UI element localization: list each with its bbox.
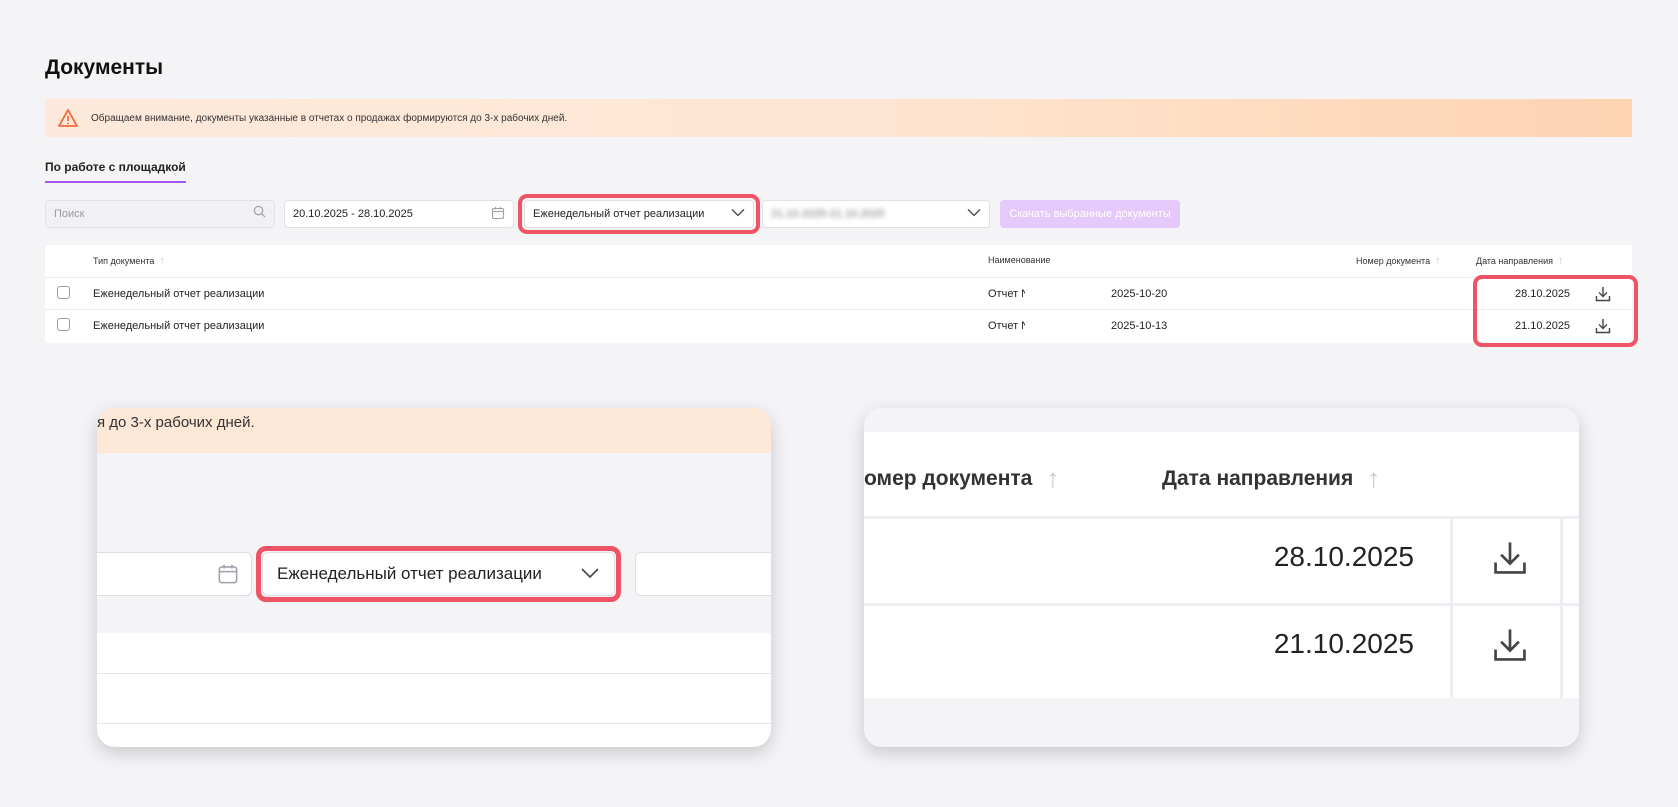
zoom-column-divider (1560, 516, 1563, 698)
chevron-down-icon[interactable] (580, 564, 600, 584)
header-name: Наименование (988, 255, 1050, 265)
document-type-value: Еженедельный отчет реализации (533, 208, 705, 220)
zoom-filter-area (97, 453, 771, 633)
zoom-top-strip (864, 408, 1579, 432)
download-icon[interactable] (1490, 538, 1530, 578)
header-date-label: Дата направления (1476, 256, 1553, 266)
zoom-date-field[interactable] (97, 552, 252, 596)
row-checkbox[interactable] (57, 318, 70, 331)
download-icon[interactable] (1490, 625, 1530, 665)
zoom-period-field[interactable] (635, 552, 771, 596)
header-number[interactable]: Номер документа ↑ (1356, 255, 1441, 267)
zoom-row-date: 21.10.2025 (1273, 628, 1414, 659)
zoom-document-type-value: Еженедельный отчет реализации (277, 564, 542, 583)
sort-arrow-icon[interactable]: ↑ (159, 255, 165, 267)
document-type-select[interactable]: Еженедельный отчет реализации (524, 200, 754, 228)
zoom-document-type-select[interactable]: Еженедельный отчет реализации (262, 552, 615, 596)
search-box[interactable] (45, 200, 275, 228)
zoom-callout-dates: омер документа ↑ Дата направления ↑ 28.1… (864, 408, 1579, 747)
zoom-row-divider (97, 723, 771, 724)
header-type[interactable]: Тип документа ↑ (93, 255, 165, 267)
sort-arrow-icon[interactable]: ↑ (1367, 463, 1380, 494)
notice-banner: Обращаем внимание, документы указанные в… (45, 99, 1632, 137)
zoom-callout-filter: я до 3-х рабочих дней. Еженедельный отче… (97, 408, 771, 747)
table-row[interactable]: Еженедельный отчет реализации Отчет N 20… (45, 309, 1632, 341)
download-icon[interactable] (1594, 317, 1612, 335)
header-number-label: Номер документа (1356, 256, 1431, 266)
date-range-field[interactable]: 20.10.2025 - 28.10.2025 (284, 200, 514, 228)
zoom-column-divider (1450, 516, 1453, 698)
calendar-icon[interactable] (217, 563, 239, 590)
page-title: Документы (45, 56, 164, 79)
zoom-header-date-label: Дата направления (1162, 466, 1354, 490)
period-value: 21.10.2025-21.10.2025 (771, 208, 885, 220)
row-date: 21.10.2025 (1515, 320, 1571, 332)
row-name-end: 2025-10-20 (1111, 288, 1168, 300)
zoom-header-number[interactable]: омер документа ↑ (864, 463, 1059, 494)
period-select[interactable]: 21.10.2025-21.10.2025 (762, 200, 990, 228)
sort-arrow-icon[interactable]: ↑ (1558, 255, 1564, 267)
table-row[interactable]: Еженедельный отчет реализации Отчет N 20… (45, 277, 1632, 309)
zoom-row-divider (864, 603, 1579, 606)
search-icon[interactable] (253, 205, 266, 223)
header-name-label: Наименование (988, 255, 1051, 265)
zoom-header-date[interactable]: Дата направления ↑ (1162, 463, 1380, 494)
download-icon[interactable] (1594, 285, 1612, 303)
zoom-row-date: 28.10.2025 (1273, 541, 1414, 572)
zoom-notice: я до 3-х рабочих дней. (97, 408, 771, 453)
row-checkbox[interactable] (57, 286, 70, 299)
notice-text: Обращаем внимание, документы указанные в… (91, 112, 568, 124)
zoom-notice-text: я до 3-х рабочих дней. (97, 414, 255, 431)
row-date: 28.10.2025 (1515, 288, 1571, 300)
sort-arrow-icon[interactable]: ↑ (1046, 463, 1059, 494)
row-name-end: 2025-10-13 (1111, 320, 1168, 332)
header-date[interactable]: Дата направления ↑ (1476, 255, 1564, 267)
search-input[interactable] (54, 208, 253, 220)
zoom-row-divider (97, 673, 771, 674)
row-type: Еженедельный отчет реализации (93, 288, 265, 300)
date-range-value: 20.10.2025 - 28.10.2025 (293, 208, 413, 220)
download-selected-button[interactable]: Скачать выбранные документы (1000, 200, 1180, 228)
documents-table: Тип документа ↑ Наименование Номер докум… (45, 245, 1632, 343)
warning-icon (58, 108, 78, 128)
row-name-start: Отчет N (988, 288, 1030, 300)
calendar-icon[interactable] (491, 206, 505, 223)
zoom-header-number-label: омер документа (864, 466, 1033, 490)
zoom-bottom-strip (864, 698, 1579, 747)
chevron-down-icon[interactable] (967, 208, 981, 220)
tab-platform[interactable]: По работе с площадкой (45, 160, 186, 183)
row-name-start: Отчет N (988, 320, 1030, 332)
chevron-down-icon[interactable] (731, 208, 745, 220)
sort-arrow-icon[interactable]: ↑ (1435, 255, 1441, 267)
zoom-row-divider (864, 516, 1579, 519)
header-type-label: Тип документа (93, 256, 155, 266)
row-type: Еженедельный отчет реализации (93, 320, 265, 332)
